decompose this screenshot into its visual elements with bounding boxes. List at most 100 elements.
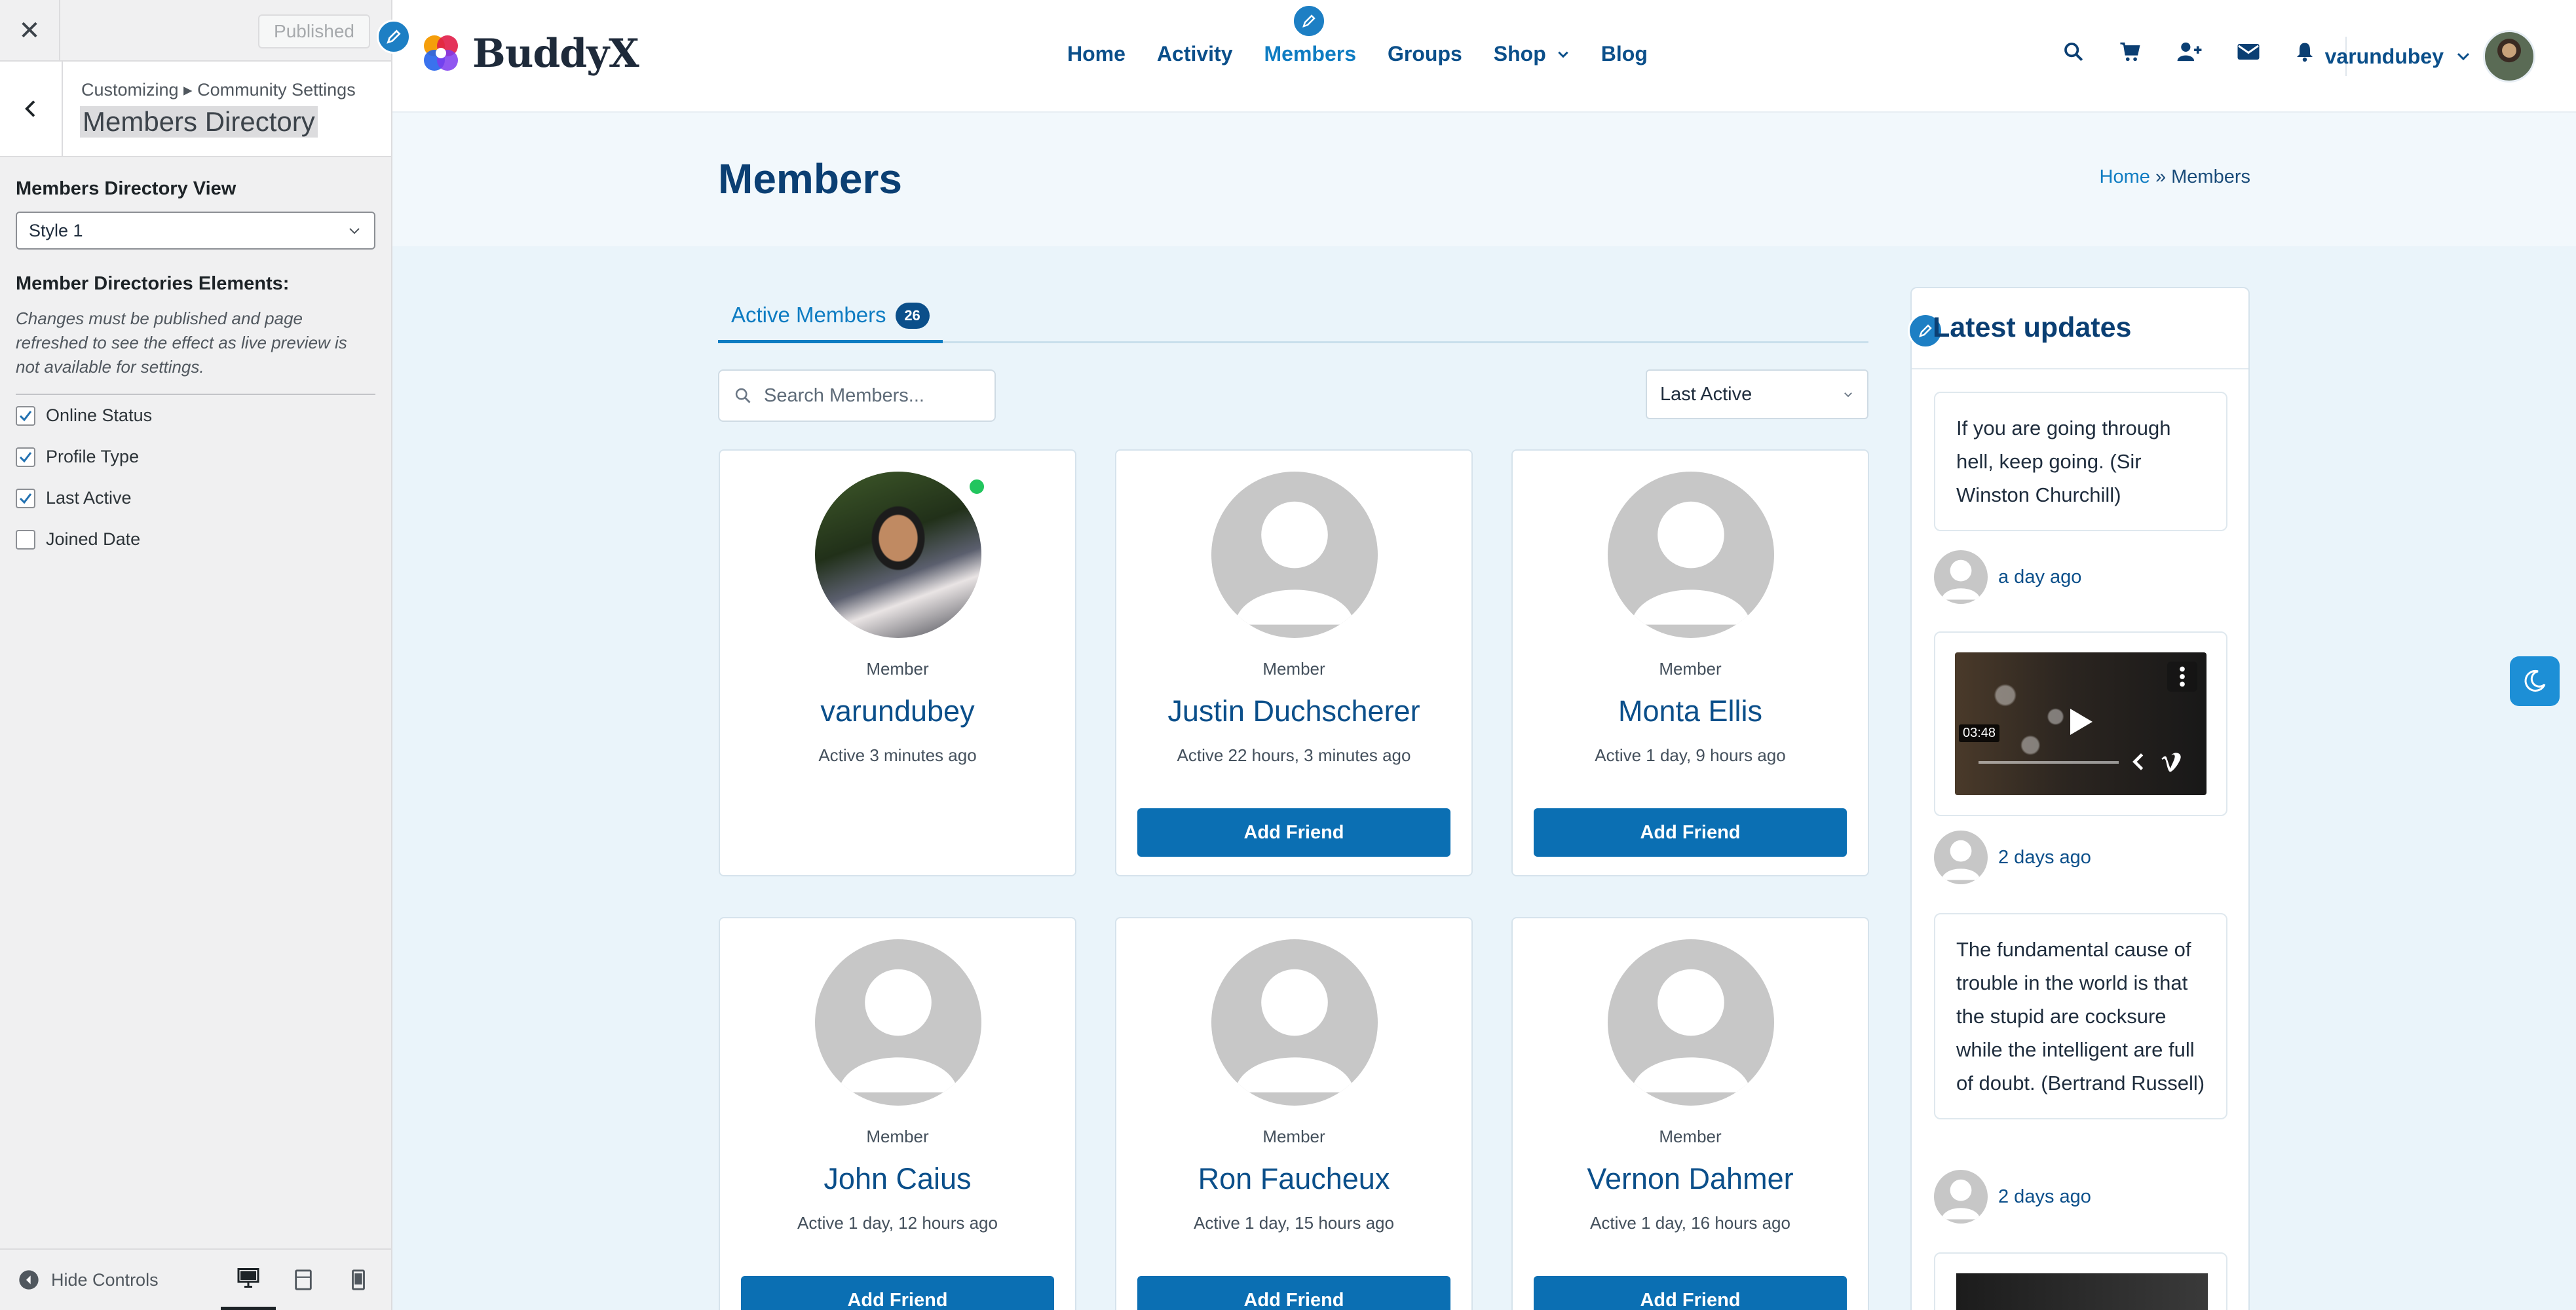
nav-members[interactable]: Members [1264, 42, 1357, 66]
member-last-active: Active 1 day, 9 hours ago [1595, 745, 1786, 765]
member-name[interactable]: Monta Ellis [1513, 694, 1868, 728]
edit-shortcut-icon[interactable] [1292, 4, 1326, 38]
member-name[interactable]: Ron Faucheux [1116, 1162, 1471, 1196]
member-name[interactable]: John Caius [720, 1162, 1075, 1196]
play-icon[interactable] [2068, 707, 2094, 736]
default-avatar-icon[interactable] [1211, 939, 1378, 1106]
nav-shop[interactable]: Shop [1494, 42, 1570, 66]
tab-active-members[interactable]: Active Members 26 [718, 293, 943, 343]
activity-meta: 2 days ago [1934, 831, 2091, 884]
checkbox-label: Joined Date [46, 529, 141, 549]
widget-divider [1912, 368, 2248, 369]
member-name[interactable]: varundubey [720, 694, 1075, 728]
member-search[interactable]: Search Members... [718, 369, 996, 422]
breadcrumb-current: Members [2171, 166, 2250, 187]
default-avatar-icon[interactable] [1934, 550, 1988, 604]
customizer-breadcrumb: Customizing ▸ Community Settings [81, 80, 356, 100]
vimeo-logo-icon[interactable] [2159, 752, 2186, 774]
video-progress-track[interactable] [1979, 761, 2119, 764]
activity-time[interactable]: a day ago [1998, 567, 2081, 588]
site-logo[interactable]: BuddyX [417, 30, 639, 77]
default-avatar-icon[interactable] [1211, 472, 1378, 638]
chevron-left-icon[interactable] [2131, 752, 2146, 772]
customizer-footer: Hide Controls [0, 1248, 391, 1310]
tablet-preview-icon[interactable] [276, 1249, 331, 1310]
checkbox-unchecked[interactable] [16, 529, 35, 550]
activity-update-partial [1934, 1252, 2227, 1310]
checkbox-profile-type[interactable]: Profile Type [16, 436, 375, 477]
nav-home[interactable]: Home [1067, 42, 1126, 66]
activity-time[interactable]: 2 days ago [1998, 847, 2091, 869]
nav-blog[interactable]: Blog [1601, 42, 1648, 66]
member-last-active: Active 1 day, 15 hours ago [1194, 1213, 1394, 1233]
default-avatar-icon[interactable] [1608, 939, 1774, 1106]
checkbox-last-active[interactable]: Last Active [16, 477, 375, 519]
cart-icon[interactable] [2119, 41, 2142, 63]
widget-title: Latest updates [1933, 312, 2132, 343]
add-friend-button[interactable]: Add Friend [741, 1276, 1054, 1310]
checkbox-joined-date[interactable]: Joined Date [16, 519, 375, 560]
member-name[interactable]: Justin Duchscherer [1116, 694, 1471, 728]
add-friend-button[interactable]: Add Friend [1534, 1276, 1847, 1310]
chevron-down-icon [1844, 392, 1852, 398]
nav-groups[interactable]: Groups [1388, 42, 1462, 66]
hide-controls-button[interactable]: Hide Controls [18, 1269, 159, 1290]
search-icon[interactable] [2062, 41, 2085, 63]
edit-shortcut-icon[interactable] [377, 20, 411, 54]
logo-text: BuddyX [472, 31, 639, 77]
add-friend-button[interactable]: Add Friend [1137, 1276, 1450, 1310]
username-label: varundubey [2324, 44, 2444, 68]
add-friend-button[interactable]: Add Friend [1534, 808, 1847, 857]
desktop-preview-icon[interactable] [221, 1249, 276, 1310]
activity-meta: 2 days ago [1934, 1170, 2091, 1224]
member-name[interactable]: Vernon Dahmer [1513, 1162, 1868, 1196]
default-avatar-icon[interactable] [1608, 472, 1774, 638]
member-card: Member Monta Ellis Active 1 day, 9 hours… [1511, 449, 1869, 876]
add-friend-button[interactable]: Add Friend [1137, 808, 1450, 857]
hide-controls-label: Hide Controls [51, 1269, 159, 1290]
member-type: Member [1659, 659, 1722, 679]
mobile-preview-icon[interactable] [331, 1249, 386, 1310]
chevron-down-icon [1558, 51, 1568, 58]
member-avatar[interactable] [815, 472, 981, 638]
messages-icon[interactable] [2237, 42, 2260, 62]
customizer-panel: ✕ Published Customizing ▸ Community Sett… [0, 0, 392, 1310]
default-avatar-icon[interactable] [1934, 831, 1988, 884]
breadcrumb: Home » Members [2100, 166, 2250, 188]
checkbox-checked[interactable] [16, 447, 35, 467]
customizer-section-title: Members Directory [80, 106, 318, 138]
default-avatar-icon[interactable] [815, 939, 981, 1106]
member-type: Member [866, 1127, 929, 1146]
member-last-active: Active 3 minutes ago [818, 745, 977, 765]
member-type: Member [1262, 659, 1325, 679]
notifications-icon[interactable] [2294, 41, 2315, 63]
checkbox-checked[interactable] [16, 405, 35, 426]
user-avatar[interactable] [2483, 30, 2535, 83]
elements-label: Member Directories Elements: [16, 273, 290, 294]
close-icon[interactable]: ✕ [0, 0, 60, 62]
video-thumbnail[interactable]: 03:48 [1955, 652, 2207, 795]
published-button[interactable]: Published [258, 14, 370, 48]
dark-mode-toggle[interactable] [2510, 656, 2560, 706]
video-thumbnail[interactable] [1956, 1273, 2208, 1310]
nav-activity[interactable]: Activity [1157, 42, 1233, 66]
checkbox-label: Profile Type [46, 447, 140, 466]
checkbox-checked[interactable] [16, 488, 35, 508]
search-icon [735, 388, 751, 403]
customizer-controls: Members Directory View Style 1 Member Di… [0, 157, 391, 581]
collapse-icon [19, 1270, 39, 1290]
back-icon[interactable] [0, 62, 63, 156]
member-type: Member [1659, 1127, 1722, 1146]
member-sort-select[interactable]: Last Active [1646, 369, 1868, 419]
user-menu[interactable]: varundubey [2325, 30, 2535, 83]
add-friend-icon[interactable] [2176, 41, 2203, 63]
page-title: Members [718, 155, 902, 202]
device-switcher [221, 1249, 386, 1310]
breadcrumb-home[interactable]: Home [2100, 166, 2150, 187]
more-options-icon[interactable] [2167, 662, 2197, 692]
search-input[interactable]: Search Members... [764, 385, 924, 407]
checkbox-online-status[interactable]: Online Status [16, 395, 375, 436]
directory-view-select[interactable]: Style 1 [16, 212, 375, 250]
default-avatar-icon[interactable] [1934, 1170, 1988, 1224]
activity-time[interactable]: 2 days ago [1998, 1186, 2091, 1208]
